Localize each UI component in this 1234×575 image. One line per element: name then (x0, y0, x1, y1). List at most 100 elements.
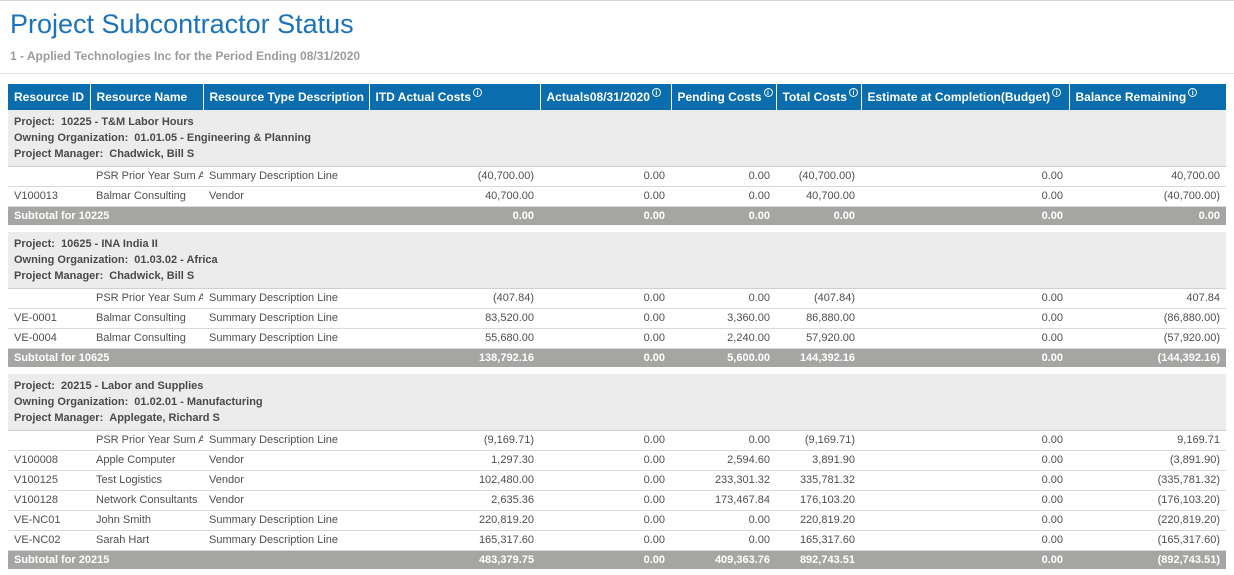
cell-estimate-at-completion-budget: 0.00 (861, 187, 1069, 207)
project-label: Project: (14, 380, 55, 392)
cell-balance-remaining: (40,700.00) (1069, 187, 1226, 207)
cell-balance-remaining: (335,781.32) (1069, 471, 1226, 491)
cell-estimate-at-completion-budget: 0.00 (861, 491, 1069, 511)
cell-total-costs: 335,781.32 (776, 471, 861, 491)
info-icon[interactable]: i (764, 88, 773, 97)
owning-organization-label: Owning Organization: (14, 254, 128, 266)
cell-balance-remaining: 40,700.00 (1069, 167, 1226, 187)
project-manager-line: Project Manager:Applegate, Richard S (14, 410, 1220, 426)
subtotal-total-costs: 0.00 (776, 207, 861, 226)
table-row: VE-0004Balmar ConsultingSummary Descript… (8, 329, 1226, 349)
cell-itd-actual-costs: 165,317.60 (369, 531, 540, 551)
cell-pending-costs: 0.00 (671, 511, 776, 531)
column-header-actuals08-31-2020: Actuals08/31/2020i (540, 84, 671, 110)
column-header-label: Resource Type Description (210, 90, 365, 104)
column-header-balance-remaining: Balance Remainingi (1069, 84, 1226, 110)
subtotal-row: Subtotal for 102250.000.000.000.000.000.… (8, 207, 1226, 226)
project-line: Project:10225 - T&M Labor Hours (14, 114, 1220, 130)
table-row: V100008Apple ComputerVendor1,297.300.002… (8, 451, 1226, 471)
subtotal-label: Subtotal for 10225 (8, 207, 369, 226)
subtotal-label: Subtotal for 10625 (8, 349, 369, 368)
table-row: V100013Balmar ConsultingVendor40,700.000… (8, 187, 1226, 207)
table-header-row: Resource IDResource NameResource Type De… (8, 84, 1226, 110)
cell-actuals08-31-2020: 0.00 (540, 471, 671, 491)
group-spacer (8, 367, 1226, 374)
cell-resource-name: PSR Prior Year Sum Adj (90, 431, 203, 451)
cell-resource-id: V100128 (8, 491, 90, 511)
cell-itd-actual-costs: (407.84) (369, 289, 540, 309)
table-row: VE-NC01John SmithSummary Description Lin… (8, 511, 1226, 531)
info-icon[interactable]: i (849, 88, 858, 97)
report-subtitle: 1 - Applied Technologies Inc for the Per… (10, 49, 1224, 63)
subtotal-label: Subtotal for 20215 (8, 551, 369, 570)
cell-balance-remaining: 407.84 (1069, 289, 1226, 309)
cell-estimate-at-completion-budget: 0.00 (861, 451, 1069, 471)
cell-resource-type-description: Summary Description Line (203, 531, 369, 551)
cell-resource-type-description: Vendor (203, 451, 369, 471)
column-header-label: Pending Costs (678, 90, 762, 104)
cell-resource-id: VE-0004 (8, 329, 90, 349)
subtotal-balance-remaining: 0.00 (1069, 207, 1226, 226)
cell-pending-costs: 0.00 (671, 531, 776, 551)
report-header: Project Subcontractor Status 1 - Applied… (0, 1, 1234, 63)
subtotal-actuals08-31-2020: 0.00 (540, 349, 671, 368)
cell-resource-id (8, 431, 90, 451)
subtotal-balance-remaining: (144,392.16) (1069, 349, 1226, 368)
info-icon[interactable]: i (1052, 88, 1061, 97)
project-manager-label: Project Manager: (14, 270, 103, 282)
cell-total-costs: 86,880.00 (776, 309, 861, 329)
cell-resource-name: John Smith (90, 511, 203, 531)
project-manager-label: Project Manager: (14, 412, 103, 424)
subtotal-actuals08-31-2020: 0.00 (540, 551, 671, 570)
cell-resource-id: VE-NC02 (8, 531, 90, 551)
project-label: Project: (14, 238, 55, 250)
cell-resource-id (8, 167, 90, 187)
cell-total-costs: (40,700.00) (776, 167, 861, 187)
subtotal-pending-costs: 409,363.76 (671, 551, 776, 570)
cell-balance-remaining: (176,103.20) (1069, 491, 1226, 511)
cell-pending-costs: 3,360.00 (671, 309, 776, 329)
column-header-pending-costs: Pending Costsi (671, 84, 776, 110)
cell-resource-type-description: Summary Description Line (203, 289, 369, 309)
table-row: V100125Test LogisticsVendor102,480.000.0… (8, 471, 1226, 491)
owning-organization-line: Owning Organization: 01.03.02 - Africa (14, 252, 1220, 268)
info-icon[interactable]: i (652, 88, 661, 97)
page-title: Project Subcontractor Status (10, 9, 1224, 40)
table-row: VE-NC02Sarah HartSummary Description Lin… (8, 531, 1226, 551)
table-row: PSR Prior Year Sum AdjSummary Descriptio… (8, 431, 1226, 451)
column-header-label: Balance Remaining (1076, 90, 1187, 104)
cell-itd-actual-costs: 55,680.00 (369, 329, 540, 349)
cell-pending-costs: 2,594.60 (671, 451, 776, 471)
group-spacer (8, 225, 1226, 232)
cell-actuals08-31-2020: 0.00 (540, 309, 671, 329)
cell-resource-type-description: Vendor (203, 471, 369, 491)
owning-organization-label: Owning Organization: (14, 132, 128, 144)
cell-balance-remaining: (57,920.00) (1069, 329, 1226, 349)
subtotal-actuals08-31-2020: 0.00 (540, 207, 671, 226)
subtotal-itd-actual-costs: 138,792.16 (369, 349, 540, 368)
cell-estimate-at-completion-budget: 0.00 (861, 167, 1069, 187)
column-header-label: Estimate at Completion(Budget) (868, 90, 1051, 104)
cell-actuals08-31-2020: 0.00 (540, 167, 671, 187)
info-icon[interactable]: i (473, 88, 482, 97)
cell-actuals08-31-2020: 0.00 (540, 187, 671, 207)
subtotal-row: Subtotal for 20215483,379.750.00409,363.… (8, 551, 1226, 570)
cell-resource-name: Balmar Consulting (90, 329, 203, 349)
owning-organization-value: 01.03.02 - Africa (134, 254, 217, 266)
cell-itd-actual-costs: 2,635.36 (369, 491, 540, 511)
cell-estimate-at-completion-budget: 0.00 (861, 329, 1069, 349)
column-header-label: Resource Name (97, 90, 188, 104)
cell-estimate-at-completion-budget: 0.00 (861, 471, 1069, 491)
cell-itd-actual-costs: 40,700.00 (369, 187, 540, 207)
cell-actuals08-31-2020: 0.00 (540, 511, 671, 531)
info-icon[interactable]: i (1188, 88, 1197, 97)
project-manager-line: Project Manager:Chadwick, Bill S (14, 146, 1220, 162)
column-header-total-costs: Total Costsi (776, 84, 861, 110)
table-container: Resource IDResource NameResource Type De… (0, 74, 1234, 575)
cell-resource-type-description: Summary Description Line (203, 167, 369, 187)
cell-resource-type-description: Summary Description Line (203, 431, 369, 451)
cell-estimate-at-completion-budget: 0.00 (861, 309, 1069, 329)
owning-organization-value: 01.02.01 - Manufacturing (134, 396, 262, 408)
project-line: Project:20215 - Labor and Supplies (14, 378, 1220, 394)
subtotal-balance-remaining: (892,743.51) (1069, 551, 1226, 570)
